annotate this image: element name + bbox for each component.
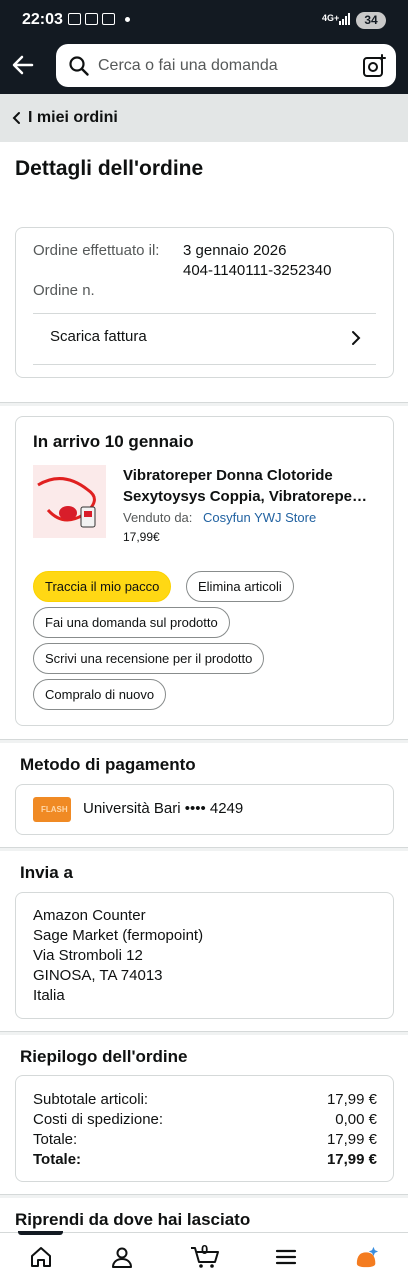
section-divider bbox=[0, 847, 408, 851]
card-logo-text: FLASH bbox=[41, 805, 68, 814]
download-invoice-link[interactable]: Scarica fattura bbox=[33, 314, 376, 364]
summary-label: Totale: bbox=[33, 1151, 82, 1168]
order-date-label: Ordine effettuato il: bbox=[33, 242, 160, 259]
status-time: 22:03 bbox=[22, 11, 63, 28]
active-tab-indicator bbox=[18, 1231, 63, 1235]
calendar-icon bbox=[102, 13, 115, 25]
summary-value: 17,99 € bbox=[326, 1131, 377, 1148]
mail-icon bbox=[85, 13, 98, 25]
home-icon[interactable] bbox=[29, 1245, 53, 1269]
order-info-card: Ordine effettuato il: 3 gennaio 2026 Ord… bbox=[15, 227, 394, 378]
bottom-navigation: 0 bbox=[0, 1231, 408, 1280]
shipment-card: In arrivo 10 gennaio Vibratoreper Donna … bbox=[15, 416, 394, 726]
summary-label: Totale: bbox=[33, 1131, 78, 1148]
payment-method-title: Metodo di pagamento bbox=[20, 755, 196, 774]
summary-value: 0,00 € bbox=[335, 1111, 377, 1128]
battery-indicator: 34 bbox=[356, 12, 386, 29]
summary-row-grand-total: Totale: 17,99 € bbox=[33, 1150, 377, 1170]
summary-row-shipping: Costi di spedizione: 0,00 € bbox=[33, 1110, 377, 1130]
address-line: GINOSA, TA 74013 bbox=[33, 967, 163, 984]
address-line: Italia bbox=[33, 987, 65, 1004]
delivery-status: In arrivo 10 gennaio bbox=[33, 432, 194, 451]
app-header: Cerca o fai una domanda bbox=[0, 40, 408, 94]
section-divider bbox=[0, 402, 408, 406]
summary-row-subtotal: Subtotale articoli: 17,99 € bbox=[33, 1090, 377, 1110]
breadcrumb-my-orders[interactable]: I miei ordini bbox=[28, 109, 118, 127]
write-review-button[interactable]: Scrivi una recensione per il prodotto bbox=[33, 643, 265, 674]
product-price: 17,99€ bbox=[123, 530, 160, 544]
order-date-value: 3 gennaio 2026 bbox=[183, 242, 287, 259]
product-image[interactable] bbox=[33, 465, 106, 538]
buy-again-button[interactable]: Compralo di nuovo bbox=[33, 679, 167, 710]
resume-section-title: Riprendi da dove hai lasciato bbox=[15, 1210, 251, 1229]
search-bar[interactable]: Cerca o fai una domanda bbox=[56, 44, 396, 87]
ship-to-title: Invia a bbox=[20, 863, 73, 882]
more-notifications-icon bbox=[125, 16, 130, 22]
product-title[interactable]: Vibratoreper Donna Clotoride Sexytoysys … bbox=[123, 465, 383, 507]
invoice-row-bottom-divider bbox=[33, 364, 376, 365]
shipping-address-card: Amazon Counter Sage Market (fermopoint) … bbox=[15, 892, 394, 1019]
delete-items-button[interactable]: Elimina articoli bbox=[186, 571, 294, 602]
order-summary-card: Subtotale articoli: 17,99 € Costi di spe… bbox=[15, 1075, 394, 1182]
seller-link[interactable]: Cosyfun YWJ Store bbox=[203, 510, 316, 525]
summary-label: Costi di spedizione: bbox=[33, 1111, 164, 1128]
ask-question-button[interactable]: Fai una domanda sul prodotto bbox=[33, 607, 230, 638]
summary-value: 17,99 € bbox=[326, 1091, 377, 1108]
menu-icon[interactable] bbox=[274, 1245, 298, 1269]
network-type: 4G+ bbox=[322, 13, 340, 23]
card-logo-icon: FLASH bbox=[33, 797, 71, 822]
address-line: Amazon Counter bbox=[33, 907, 146, 924]
notification-icon bbox=[68, 13, 81, 25]
summary-row-total: Totale: 17,99 € bbox=[33, 1130, 377, 1150]
notification-icons bbox=[68, 13, 130, 25]
breadcrumb[interactable]: I miei ordini bbox=[0, 94, 408, 142]
section-divider bbox=[0, 1031, 408, 1035]
order-number-label: Ordine n. bbox=[33, 282, 95, 299]
download-invoice-label[interactable]: Scarica fattura bbox=[50, 328, 147, 345]
sold-by-label: Venduto da: bbox=[123, 510, 193, 525]
status-bar: 22:03 4G+ 34 bbox=[0, 0, 408, 40]
address-line: Via Stromboli 12 bbox=[33, 947, 143, 964]
account-icon[interactable] bbox=[110, 1245, 134, 1269]
rufus-assistant-icon[interactable] bbox=[354, 1245, 380, 1269]
camera-search-icon[interactable] bbox=[362, 54, 386, 78]
search-placeholder[interactable]: Cerca o fai una domanda bbox=[98, 57, 278, 75]
section-divider bbox=[0, 739, 408, 743]
order-summary-title: Riepilogo dell'ordine bbox=[20, 1047, 188, 1066]
track-package-button[interactable]: Traccia il mio pacco bbox=[33, 571, 172, 602]
chevron-left-icon bbox=[12, 112, 20, 124]
back-arrow-icon[interactable] bbox=[10, 52, 36, 78]
payment-card: FLASH Università Bari •••• 4249 bbox=[15, 784, 394, 835]
summary-label: Subtotale articoli: bbox=[33, 1091, 149, 1108]
section-divider bbox=[0, 1194, 408, 1198]
product-thumbnail-icon bbox=[37, 477, 96, 528]
search-icon bbox=[69, 56, 89, 76]
payment-card-text: Università Bari •••• 4249 bbox=[83, 800, 244, 817]
page-title: Dettagli dell'ordine bbox=[15, 157, 204, 180]
signal-icon bbox=[339, 13, 350, 25]
address-line: Sage Market (fermopoint) bbox=[33, 927, 204, 944]
order-number-value: 404-1140111-3252340 bbox=[183, 262, 332, 279]
cart-count: 0 bbox=[201, 1242, 209, 1257]
summary-value: 17,99 € bbox=[326, 1151, 377, 1168]
chevron-right-icon bbox=[352, 331, 361, 345]
